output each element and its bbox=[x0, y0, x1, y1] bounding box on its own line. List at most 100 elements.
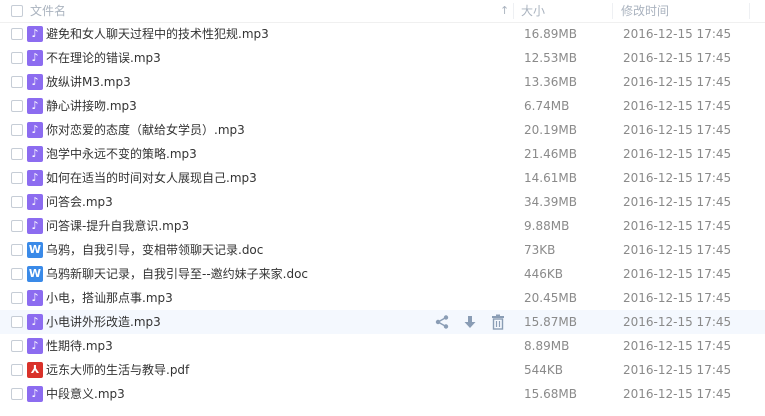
sort-arrow-icon[interactable]: ↑ bbox=[500, 0, 509, 22]
file-name-link[interactable]: 静心讲接吻.mp3 bbox=[46, 94, 137, 118]
music-note-icon: ♪ bbox=[27, 338, 43, 354]
column-header-size[interactable]: 大小 bbox=[521, 0, 545, 22]
file-size: 20.45MB bbox=[524, 291, 577, 305]
file-size: 6.74MB bbox=[524, 99, 570, 113]
row-checkbox[interactable] bbox=[11, 220, 23, 232]
row-checkbox[interactable] bbox=[11, 52, 23, 64]
file-modified-time: 2016-12-15 17:45 bbox=[623, 51, 732, 65]
file-row[interactable]: ♪ 如何在适当的时间对女人展现自己.mp3 14.61MB 2016-12-15 17… bbox=[0, 166, 765, 190]
file-modified-time: 2016-12-15 17:45 bbox=[623, 75, 732, 89]
column-header-modified-time[interactable]: 修改时间 bbox=[621, 0, 669, 22]
file-name-link[interactable]: 如何在适当的时间对女人展现自己.mp3 bbox=[46, 166, 257, 190]
music-note-icon: ♪ bbox=[27, 98, 43, 114]
file-size: 8.89MB bbox=[524, 339, 570, 353]
music-note-icon: ♪ bbox=[27, 74, 43, 90]
row-checkbox[interactable] bbox=[11, 244, 23, 256]
row-checkbox[interactable] bbox=[11, 76, 23, 88]
word-doc-icon: W bbox=[27, 266, 43, 282]
file-size: 16.89MB bbox=[524, 27, 577, 41]
file-row[interactable]: ♪ 问答课-提升自我意识.mp3 9.88MB 2016-12-15 17:45 bbox=[0, 214, 765, 238]
file-modified-time: 2016-12-15 17:45 bbox=[623, 243, 732, 257]
file-row[interactable]: ♪ 中段意义.mp3 15.68MB 2016-12-15 17:45 bbox=[0, 382, 765, 406]
file-name-link[interactable]: 中段意义.mp3 bbox=[46, 382, 125, 406]
file-modified-time: 2016-12-15 17:45 bbox=[623, 195, 732, 209]
column-header-filename[interactable]: 文件名 bbox=[30, 0, 66, 22]
music-note-icon: ♪ bbox=[27, 146, 43, 162]
file-size: 544KB bbox=[524, 363, 564, 377]
row-checkbox[interactable] bbox=[11, 388, 23, 400]
file-name-link[interactable]: 不在理论的错误.mp3 bbox=[46, 46, 161, 70]
file-modified-time: 2016-12-15 17:45 bbox=[623, 291, 732, 305]
file-modified-time: 2016-12-15 17:45 bbox=[623, 363, 732, 377]
select-all-checkbox[interactable] bbox=[11, 5, 23, 17]
file-modified-time: 2016-12-15 17:45 bbox=[623, 123, 732, 137]
file-name-link[interactable]: 问答会.mp3 bbox=[46, 190, 113, 214]
share-icon[interactable] bbox=[434, 314, 450, 330]
file-row[interactable]: ♪ 小电，搭讪那点事.mp3 20.45MB 2016-12-15 17:45 bbox=[0, 286, 765, 310]
music-note-icon: ♪ bbox=[27, 170, 43, 186]
file-size: 446KB bbox=[524, 267, 564, 281]
file-row[interactable]: ♪ 小电讲外形改造.mp3 15.87MB 2016-12-15 17:45 bbox=[0, 310, 765, 334]
row-checkbox[interactable] bbox=[11, 364, 23, 376]
music-note-icon: ♪ bbox=[27, 386, 43, 402]
file-size: 21.46MB bbox=[524, 147, 577, 161]
file-row[interactable]: W 乌鸦新聊天记录，自我引导至--邀约妹子来家.doc 446KB 2016-12-1… bbox=[0, 262, 765, 286]
file-row[interactable]: ♪ 泡学中永远不变的策略.mp3 21.46MB 2016-12-15 17:45 bbox=[0, 142, 765, 166]
file-row[interactable]: ♪ 问答会.mp3 34.39MB 2016-12-15 17:45 bbox=[0, 190, 765, 214]
file-row[interactable]: ♪ 你对恋爱的态度（献给女学员）.mp3 20.19MB 2016-12-15 17:… bbox=[0, 118, 765, 142]
file-modified-time: 2016-12-15 17:45 bbox=[623, 267, 732, 281]
row-checkbox[interactable] bbox=[11, 100, 23, 112]
file-list-header: 文件名 ↑ 大小 修改时间 bbox=[0, 0, 765, 23]
file-modified-time: 2016-12-15 17:45 bbox=[623, 99, 732, 113]
file-row[interactable]: ♪ 性期待.mp3 8.89MB 2016-12-15 17:45 bbox=[0, 334, 765, 358]
music-note-icon: ♪ bbox=[27, 50, 43, 66]
file-size: 14.61MB bbox=[524, 171, 577, 185]
file-modified-time: 2016-12-15 17:45 bbox=[623, 171, 732, 185]
pdf-icon: ⅄ bbox=[27, 362, 43, 378]
row-checkbox[interactable] bbox=[11, 124, 23, 136]
file-name-link[interactable]: 乌鸦新聊天记录，自我引导至--邀约妹子来家.doc bbox=[46, 262, 308, 286]
file-size: 15.68MB bbox=[524, 387, 577, 401]
column-divider[interactable] bbox=[612, 3, 613, 19]
row-checkbox[interactable] bbox=[11, 28, 23, 40]
download-icon[interactable] bbox=[462, 314, 478, 330]
file-name-link[interactable]: 乌鸦，自我引导，变相带领聊天记录.doc bbox=[46, 238, 263, 262]
row-checkbox[interactable] bbox=[11, 316, 23, 328]
file-modified-time: 2016-12-15 17:45 bbox=[623, 147, 732, 161]
file-name-link[interactable]: 泡学中永远不变的策略.mp3 bbox=[46, 142, 197, 166]
music-note-icon: ♪ bbox=[27, 194, 43, 210]
music-note-icon: ♪ bbox=[27, 290, 43, 306]
file-row[interactable]: ♪ 静心讲接吻.mp3 6.74MB 2016-12-15 17:45 bbox=[0, 94, 765, 118]
row-checkbox[interactable] bbox=[11, 340, 23, 352]
music-note-icon: ♪ bbox=[27, 314, 43, 330]
file-row[interactable]: ♪ 不在理论的错误.mp3 12.53MB 2016-12-15 17:45 bbox=[0, 46, 765, 70]
row-checkbox[interactable] bbox=[11, 196, 23, 208]
file-size: 15.87MB bbox=[524, 315, 577, 329]
row-checkbox[interactable] bbox=[11, 148, 23, 160]
music-note-icon: ♪ bbox=[27, 122, 43, 138]
file-modified-time: 2016-12-15 17:45 bbox=[623, 27, 732, 41]
file-name-link[interactable]: 放纵讲M3.mp3 bbox=[46, 70, 131, 94]
file-name-link[interactable]: 问答课-提升自我意识.mp3 bbox=[46, 214, 189, 238]
file-size: 9.88MB bbox=[524, 219, 570, 233]
column-divider[interactable] bbox=[749, 3, 750, 19]
row-checkbox[interactable] bbox=[11, 172, 23, 184]
column-divider[interactable] bbox=[513, 3, 514, 19]
file-name-link[interactable]: 远东大师的生活与教导.pdf bbox=[46, 358, 189, 382]
file-modified-time: 2016-12-15 17:45 bbox=[623, 387, 732, 401]
file-row[interactable]: ♪ 放纵讲M3.mp3 13.36MB 2016-12-15 17:45 bbox=[0, 70, 765, 94]
file-name-link[interactable]: 避免和女人聊天过程中的技术性犯规.mp3 bbox=[46, 22, 269, 46]
file-row[interactable]: ⅄ 远东大师的生活与教导.pdf 544KB 2016-12-15 17:45 bbox=[0, 358, 765, 382]
file-size: 20.19MB bbox=[524, 123, 577, 137]
file-name-link[interactable]: 小电，搭讪那点事.mp3 bbox=[46, 286, 173, 310]
file-name-link[interactable]: 你对恋爱的态度（献给女学员）.mp3 bbox=[46, 118, 245, 142]
file-row[interactable]: W 乌鸦，自我引导，变相带领聊天记录.doc 73KB 2016-12-15 17:4… bbox=[0, 238, 765, 262]
row-checkbox[interactable] bbox=[11, 292, 23, 304]
music-note-icon: ♪ bbox=[27, 218, 43, 234]
file-row[interactable]: ♪ 避免和女人聊天过程中的技术性犯规.mp3 16.89MB 2016-12-15 1… bbox=[0, 22, 765, 46]
file-modified-time: 2016-12-15 17:45 bbox=[623, 219, 732, 233]
file-name-link[interactable]: 性期待.mp3 bbox=[46, 334, 113, 358]
file-name-link[interactable]: 小电讲外形改造.mp3 bbox=[46, 310, 161, 334]
delete-icon[interactable] bbox=[490, 314, 506, 330]
row-checkbox[interactable] bbox=[11, 268, 23, 280]
